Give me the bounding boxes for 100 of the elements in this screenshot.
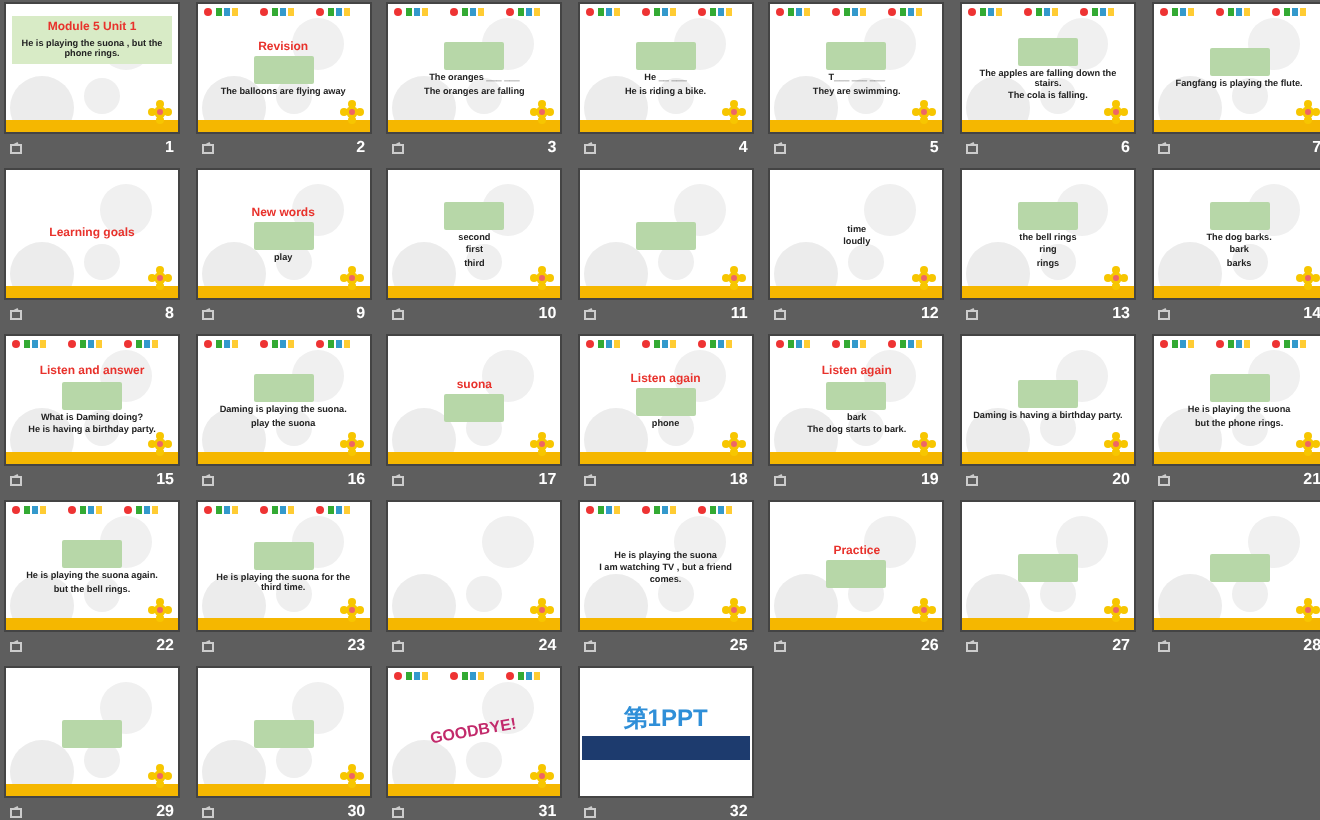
picture-placeholder — [826, 42, 887, 71]
flower-icon — [339, 764, 364, 788]
flower-icon — [1295, 100, 1320, 124]
flower-icon — [530, 266, 555, 290]
slide-number: 17 — [538, 468, 557, 492]
picture-placeholder — [253, 222, 314, 251]
picture-placeholder — [1209, 48, 1270, 77]
transition-icon — [10, 639, 24, 653]
slide-number: 9 — [356, 302, 366, 326]
slide-number: 21 — [1303, 468, 1320, 492]
picture-placeholder — [62, 540, 122, 569]
flower-icon — [1295, 266, 1320, 290]
slide-thumbnail[interactable] — [197, 668, 370, 796]
slide-thumbnail[interactable] — [388, 502, 561, 630]
slide-number: 32 — [729, 800, 748, 820]
slide-number: 28 — [1303, 634, 1320, 658]
slide-thumbnail[interactable] — [961, 502, 1134, 630]
transition-icon — [392, 307, 407, 321]
slide-number: 2 — [356, 136, 366, 160]
slide-number: 31 — [538, 800, 557, 820]
picture-placeholder — [1209, 202, 1270, 231]
transition-icon — [392, 805, 407, 819]
slide-number: 4 — [738, 136, 748, 160]
slide-thumbnail[interactable] — [579, 170, 752, 298]
picture-placeholder — [826, 560, 887, 589]
transition-icon — [10, 307, 24, 321]
transition-icon — [965, 473, 980, 487]
transition-icon — [201, 473, 216, 487]
flower-icon — [1103, 598, 1128, 622]
flower-icon — [148, 266, 172, 290]
slide-number: 8 — [165, 302, 174, 326]
picture-placeholder — [253, 719, 314, 747]
flower-icon — [1295, 432, 1320, 456]
flower-icon — [912, 598, 937, 622]
transition-icon — [583, 805, 598, 819]
transition-icon — [392, 639, 407, 653]
transition-icon — [201, 805, 216, 819]
slide-title: 第1PPT — [623, 706, 708, 734]
slide-number: 27 — [1112, 634, 1130, 658]
flower-icon — [530, 100, 555, 124]
picture-placeholder — [62, 719, 122, 747]
transition-icon — [965, 141, 980, 155]
picture-placeholder — [1209, 374, 1270, 403]
transition-icon — [583, 141, 598, 155]
slide-title: GOODBYE! — [429, 716, 519, 750]
transition-icon — [201, 639, 216, 653]
picture-placeholder — [635, 388, 696, 417]
slide-number: 16 — [347, 468, 366, 492]
slide-number: 20 — [1112, 468, 1130, 492]
picture-placeholder — [635, 221, 696, 249]
picture-placeholder — [1017, 202, 1078, 231]
transition-icon — [201, 141, 216, 155]
slide-thumbnail[interactable] — [6, 668, 178, 796]
slide-number: 3 — [547, 136, 557, 160]
picture-placeholder — [253, 56, 314, 85]
transition-icon — [774, 639, 789, 653]
transition-icon — [1157, 307, 1172, 321]
slide-number: 24 — [538, 634, 557, 658]
transition-icon — [583, 473, 598, 487]
slide-number: 7 — [1312, 136, 1320, 160]
picture-placeholder — [444, 42, 505, 71]
slide-number: 26 — [920, 634, 939, 658]
flower-icon — [530, 598, 555, 622]
flower-icon — [721, 266, 746, 290]
transition-icon — [392, 141, 407, 155]
transition-icon — [10, 805, 24, 819]
transition-icon — [10, 141, 24, 155]
transition-icon — [583, 639, 598, 653]
transition-icon — [774, 473, 789, 487]
flower-icon — [1103, 100, 1128, 124]
slide-number: 19 — [920, 468, 939, 492]
picture-placeholder — [253, 541, 314, 570]
transition-icon — [583, 307, 598, 321]
picture-placeholder — [1017, 553, 1078, 581]
flower-icon — [721, 100, 746, 124]
flower-icon — [721, 432, 746, 456]
flower-icon — [1103, 266, 1128, 290]
transition-icon — [774, 307, 789, 321]
flower-icon — [912, 266, 937, 290]
transition-icon — [392, 473, 407, 487]
flower-icon — [339, 598, 364, 622]
flower-icon — [721, 598, 746, 622]
picture-placeholder — [253, 374, 314, 403]
transition-icon — [1157, 141, 1172, 155]
picture-placeholder — [1017, 37, 1078, 66]
slide-number: 29 — [156, 800, 174, 820]
slide-number: 6 — [1121, 136, 1130, 160]
flower-icon — [912, 100, 937, 124]
flower-icon — [148, 432, 172, 456]
slide-number: 1 — [165, 136, 174, 160]
picture-placeholder — [1209, 553, 1270, 581]
slide-number: 12 — [920, 302, 939, 326]
transition-icon — [774, 141, 789, 155]
slide-thumbnail[interactable] — [1153, 502, 1320, 630]
slide-number: 18 — [729, 468, 748, 492]
transition-icon — [1157, 473, 1172, 487]
picture-placeholder — [635, 42, 696, 71]
slide-number: 11 — [730, 302, 748, 326]
slide-number: 22 — [156, 634, 174, 658]
slide-thumbnail[interactable]: GOODBYE! — [388, 668, 561, 796]
